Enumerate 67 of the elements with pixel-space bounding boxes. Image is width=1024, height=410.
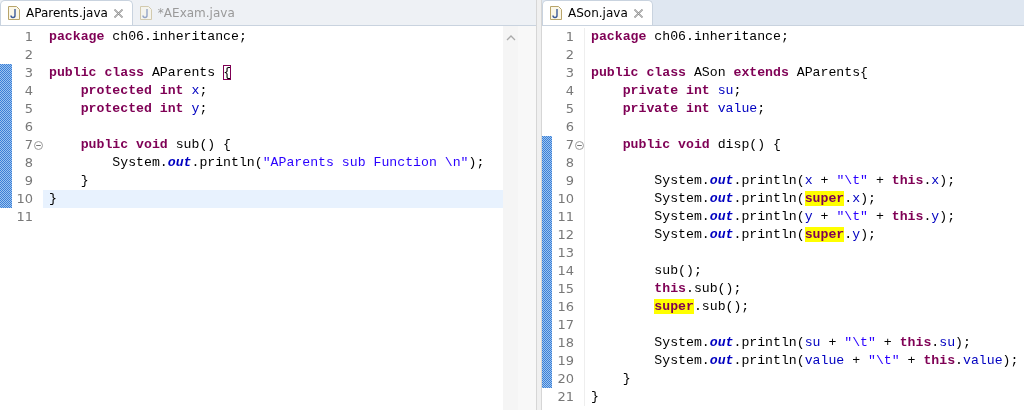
code-line: private int su;: [621, 83, 742, 98]
code-line: }: [621, 371, 631, 386]
line-number: 2: [564, 46, 574, 64]
line-number: 2: [23, 46, 33, 64]
line-number: 4: [564, 82, 574, 100]
line-number: 21: [556, 388, 574, 406]
line-number: 14: [556, 262, 574, 280]
fold-icon[interactable]: [33, 140, 43, 150]
code-line: System.out.println(super.y);: [653, 227, 876, 242]
code-line: private int value;: [621, 101, 766, 116]
code-line: }: [49, 191, 57, 206]
code-line: super.sub();: [653, 299, 750, 314]
line-number: 6: [23, 118, 33, 136]
code-line: public class AParents {: [49, 65, 232, 80]
line-number: 9: [564, 172, 574, 190]
file-icon: [7, 5, 21, 21]
code-line: System.out.println(su + "\t" + this.su);: [653, 335, 971, 350]
code-line: package ch06.inheritance;: [49, 29, 247, 44]
line-number: 15: [556, 280, 574, 298]
code-line: }: [79, 173, 89, 188]
line-number: 18: [556, 334, 574, 352]
line-number: 17: [556, 316, 574, 334]
line-number: 6: [564, 118, 574, 136]
line-number: 3: [564, 64, 574, 82]
close-icon[interactable]: [632, 7, 644, 19]
line-number: 11: [556, 208, 574, 226]
close-icon[interactable]: [112, 7, 124, 19]
scrollbar[interactable]: [503, 26, 518, 410]
line-number: 20: [556, 370, 574, 388]
line-number: 7: [23, 136, 33, 154]
file-tab[interactable]: AParents.java: [0, 0, 133, 25]
fold-icon[interactable]: [574, 140, 584, 150]
code-line: System.out.println(x + "\t" + this.x);: [653, 173, 956, 188]
line-number: 19: [556, 352, 574, 370]
line-number: 1: [23, 28, 33, 46]
line-number: 1: [564, 28, 574, 46]
line-number: 7: [564, 136, 574, 154]
line-number: 12: [556, 226, 574, 244]
line-number: 16: [556, 298, 574, 316]
line-number: 8: [564, 154, 574, 172]
line-number: 5: [23, 100, 33, 118]
code-line: public void disp() {: [621, 137, 781, 152]
line-number: 3: [23, 64, 33, 82]
code-line: }: [591, 389, 599, 404]
code-line: public class ASon extends AParents{: [591, 65, 869, 80]
line-number: 9: [23, 172, 33, 190]
code-line: protected int y;: [79, 101, 208, 116]
line-number: 13: [556, 244, 574, 262]
line-number: 8: [23, 154, 33, 172]
line-number: 10: [15, 190, 33, 208]
code-line: System.out.println(super.x);: [653, 191, 876, 206]
code-line: this.sub();: [653, 281, 742, 296]
code-line: System.out.println(y + "\t" + this.y);: [653, 209, 956, 224]
line-number: 5: [564, 100, 574, 118]
code-line: System.out.println(value + "\t" + this.value);: [653, 353, 1019, 368]
line-number: 10: [556, 190, 574, 208]
code-line: System.out.println("AParents sub Function \n");: [111, 155, 485, 170]
code-line: public void sub() {: [79, 137, 232, 152]
line-number: 4: [23, 82, 33, 100]
file-icon: [549, 5, 563, 21]
code-line: sub();: [653, 263, 702, 278]
scroll-up-icon[interactable]: [505, 34, 516, 42]
code-line: package ch06.inheritance;: [591, 29, 789, 44]
code-line: protected int x;: [79, 83, 208, 98]
line-number: 11: [15, 208, 33, 226]
file-tab[interactable]: ASon.java: [542, 0, 653, 25]
file-icon: [138, 4, 153, 21]
